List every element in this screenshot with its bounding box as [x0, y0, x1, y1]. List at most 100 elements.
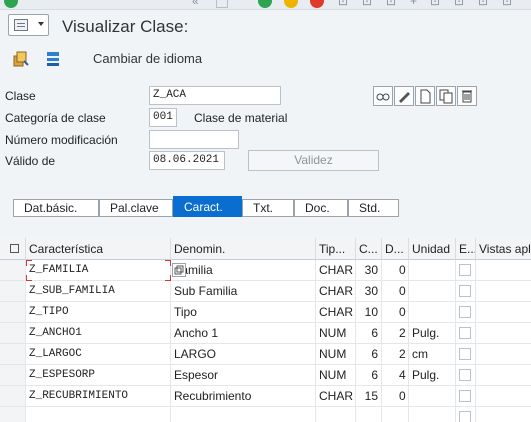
menu-button[interactable]: [8, 14, 49, 36]
unidad-cell[interactable]: [409, 281, 456, 302]
table-row[interactable]: Z_SUB_FAMILIA Sub Familia CHAR 30 0: [0, 281, 531, 302]
where-used-icon[interactable]: [373, 86, 393, 106]
row-selector[interactable]: [0, 407, 26, 422]
row-selector[interactable]: [0, 365, 26, 386]
d-cell[interactable]: 0: [382, 302, 409, 323]
next-page-icon[interactable]: ⊡: [478, 0, 488, 8]
vistas-cell[interactable]: [476, 302, 531, 323]
denomin-cell[interactable]: Sub Familia: [171, 281, 316, 302]
vistas-cell[interactable]: [476, 323, 531, 344]
prev-page-icon[interactable]: ⊡: [454, 0, 464, 8]
c-cell[interactable]: 30: [356, 260, 382, 281]
e-checkbox[interactable]: [459, 348, 471, 360]
row-selector[interactable]: [0, 344, 26, 365]
tipo-cell[interactable]: CHAR: [316, 302, 356, 323]
denomin-cell[interactable]: [171, 407, 316, 422]
double-chevron-left-icon[interactable]: «: [192, 0, 199, 8]
translate-icon[interactable]: [44, 50, 62, 68]
unidad-cell[interactable]: Pulg.: [409, 323, 456, 344]
row-selector[interactable]: [0, 302, 26, 323]
print-icon[interactable]: ⊡: [338, 0, 348, 8]
denomin-cell[interactable]: Tipo: [171, 302, 316, 323]
caracteristica-cell[interactable]: Z_TIPO: [26, 302, 171, 323]
column-header-tipo[interactable]: Tip...: [316, 238, 356, 260]
column-header-caracteristica[interactable]: Característica: [26, 238, 171, 260]
e-checkbox[interactable]: [459, 327, 471, 339]
vistas-cell[interactable]: [476, 365, 531, 386]
unidad-cell[interactable]: Pulg.: [409, 365, 456, 386]
delete-icon[interactable]: [457, 86, 477, 106]
edit-icon[interactable]: [394, 86, 414, 106]
denomin-cell[interactable]: LARGO: [171, 344, 316, 365]
create-session-icon[interactable]: +: [410, 0, 417, 8]
unidad-cell[interactable]: [409, 407, 456, 422]
tipo-cell[interactable]: NUM: [316, 344, 356, 365]
table-row[interactable]: Z_RECUBRIMIENTO Recubrimiento CHAR 15 0: [0, 386, 531, 407]
unidad-cell[interactable]: [409, 260, 456, 281]
unidad-cell[interactable]: [409, 302, 456, 323]
unidad-cell[interactable]: [409, 386, 456, 407]
e-checkbox[interactable]: [459, 390, 471, 402]
tab-doc[interactable]: Doc.: [294, 199, 348, 217]
vistas-cell[interactable]: [476, 344, 531, 365]
value-help-icon[interactable]: [172, 263, 186, 277]
e-checkbox[interactable]: [459, 411, 471, 422]
caracteristica-cell[interactable]: Z_SUB_FAMILIA: [26, 281, 171, 302]
back-icon[interactable]: [258, 0, 272, 8]
caracteristica-cell[interactable]: Z_FAMILIA: [26, 260, 171, 281]
row-selector[interactable]: [0, 281, 26, 302]
column-header-vistas[interactable]: Vistas aplic...: [476, 238, 531, 260]
denomin-cell[interactable]: Espesor: [171, 365, 316, 386]
column-header-d[interactable]: D...: [382, 238, 409, 260]
column-header-e[interactable]: E...: [456, 238, 476, 260]
caracteristica-cell[interactable]: Z_ESPESORP: [26, 365, 171, 386]
validez-button[interactable]: Validez: [248, 150, 379, 171]
c-cell[interactable]: 6: [356, 323, 382, 344]
tipo-cell[interactable]: NUM: [316, 365, 356, 386]
tipo-cell[interactable]: NUM: [316, 323, 356, 344]
d-cell[interactable]: 0: [382, 386, 409, 407]
save-icon[interactable]: [216, 0, 228, 8]
valido-de-field[interactable]: 08.06.2021: [149, 151, 225, 170]
clase-field[interactable]: Z_ACA: [149, 86, 281, 105]
categoria-field[interactable]: 001: [149, 108, 177, 127]
row-selector-header[interactable]: [0, 238, 26, 260]
denomin-cell[interactable]: Recubrimiento: [171, 386, 316, 407]
table-row[interactable]: Z_LARGOC LARGO NUM 6 2 cm: [0, 344, 531, 365]
d-cell[interactable]: 4: [382, 365, 409, 386]
row-selector[interactable]: [0, 323, 26, 344]
column-header-unidad[interactable]: Unidad: [409, 238, 456, 260]
c-cell[interactable]: 6: [356, 344, 382, 365]
table-row-empty[interactable]: [0, 407, 531, 422]
tab-txt[interactable]: Txt.: [242, 199, 294, 217]
c-cell[interactable]: [356, 407, 382, 422]
display-change-icon[interactable]: [12, 50, 30, 68]
table-row[interactable]: Z_TIPO Tipo CHAR 10 0: [0, 302, 531, 323]
e-checkbox[interactable]: [459, 306, 471, 318]
find-next-icon[interactable]: ⊡: [386, 0, 396, 8]
exit-icon[interactable]: [284, 0, 298, 8]
vistas-cell[interactable]: [476, 281, 531, 302]
tipo-cell[interactable]: CHAR: [316, 260, 356, 281]
denomin-cell[interactable]: Ancho 1: [171, 323, 316, 344]
last-page-icon[interactable]: ⊡: [502, 0, 512, 8]
e-checkbox[interactable]: [459, 285, 471, 297]
d-cell[interactable]: 2: [382, 323, 409, 344]
row-selector[interactable]: [0, 260, 26, 281]
tab-dat-basic[interactable]: Dat.básic.: [13, 199, 99, 217]
d-cell[interactable]: 0: [382, 260, 409, 281]
cancel-icon[interactable]: [310, 0, 324, 8]
table-row[interactable]: Z_ESPESORP Espesor NUM 6 4 Pulg.: [0, 365, 531, 386]
find-icon[interactable]: ⊡: [362, 0, 372, 8]
enter-icon[interactable]: [4, 0, 18, 8]
vistas-cell[interactable]: [476, 386, 531, 407]
e-checkbox[interactable]: [459, 369, 471, 381]
c-cell[interactable]: 15: [356, 386, 382, 407]
caracteristica-cell[interactable]: [26, 407, 171, 422]
d-cell[interactable]: 2: [382, 344, 409, 365]
caracteristica-cell[interactable]: Z_ANCHO1: [26, 323, 171, 344]
caracteristica-cell[interactable]: Z_RECUBRIMIENTO: [26, 386, 171, 407]
d-cell[interactable]: [382, 407, 409, 422]
tab-pal-clave[interactable]: Pal.clave: [99, 199, 173, 217]
vistas-cell[interactable]: [476, 407, 531, 422]
